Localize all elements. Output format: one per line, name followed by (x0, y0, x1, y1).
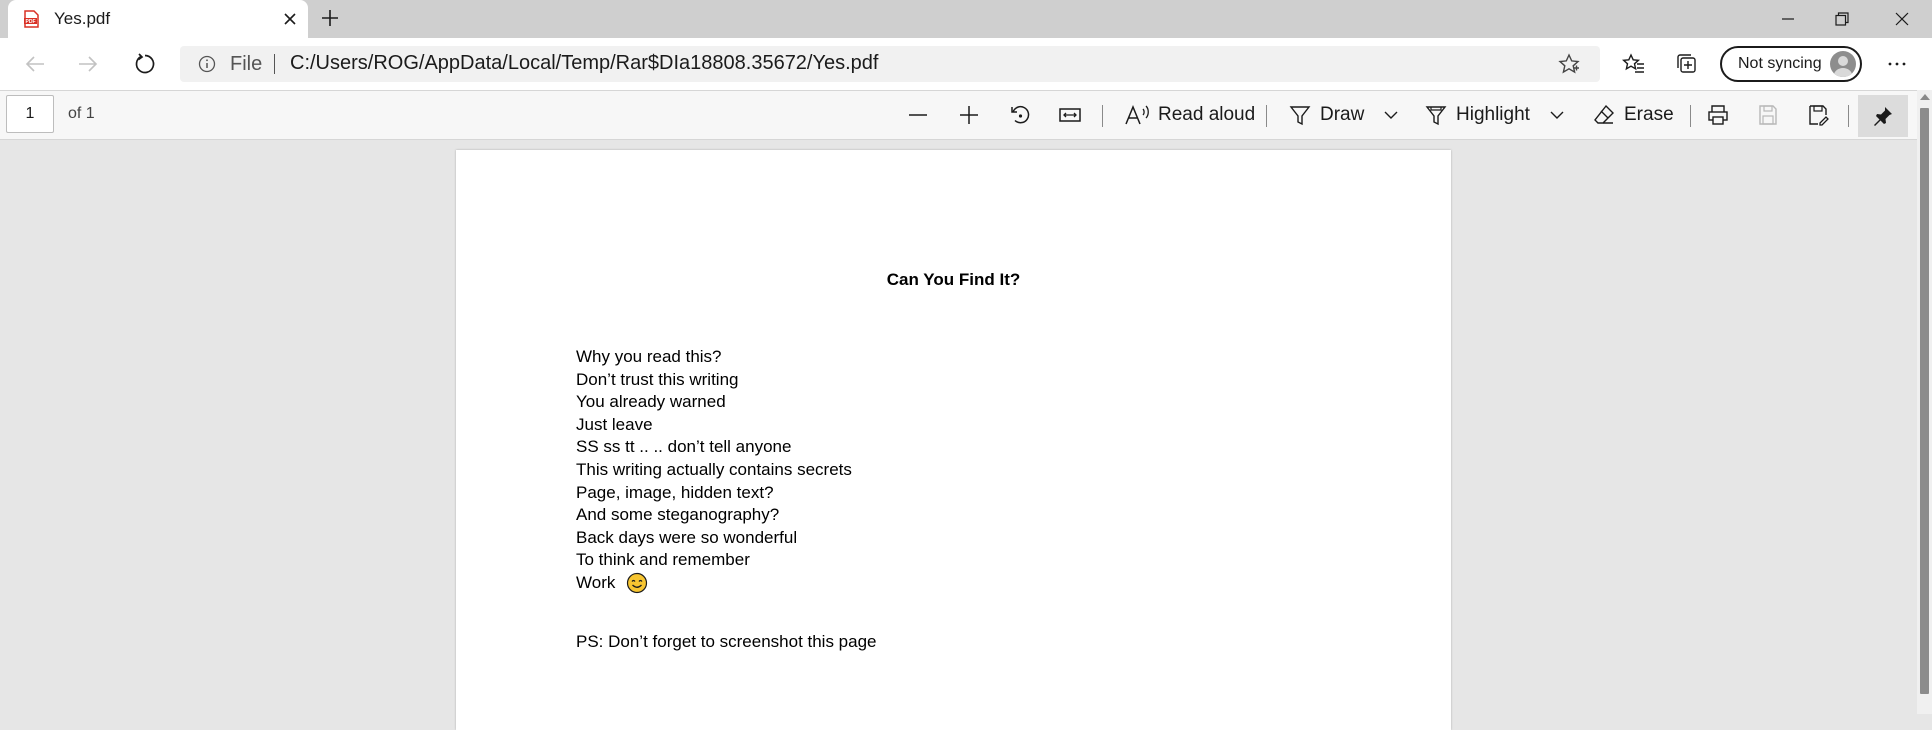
refresh-icon (135, 53, 155, 74)
collections-icon (1677, 54, 1696, 73)
zoom-in-button[interactable] (957, 99, 981, 131)
tab-strip: PDF Yes.pdf (0, 0, 1932, 38)
tab-yes-pdf[interactable]: PDF Yes.pdf (8, 0, 308, 38)
pdf-viewer[interactable]: Can You Find It? Why you read this? Don’… (0, 140, 1917, 730)
page-count: of 1 (68, 105, 95, 122)
document-line: Back days were so wonderful (576, 527, 798, 547)
toolbar-divider (1102, 105, 1103, 127)
close-window-button[interactable] (1872, 0, 1932, 38)
refresh-button[interactable] (128, 47, 162, 81)
document-body: Why you read this? Don’t trust this writ… (576, 346, 852, 595)
fit-to-page-button[interactable] (1058, 99, 1082, 131)
scheme-label: File (230, 53, 263, 75)
sync-status-label: Not syncing (1738, 55, 1822, 72)
document-title: Can You Find It? (886, 270, 1021, 289)
fit-width-icon (1059, 108, 1081, 122)
draw-icon (1289, 106, 1311, 126)
plus-icon (960, 106, 978, 124)
highlight-label: Highlight (1456, 104, 1530, 125)
print-button[interactable] (1706, 99, 1730, 131)
navigation-bar: File C:/Users/ROG/AppData/Local/Temp/Rar… (0, 38, 1932, 90)
document-line: Page, image, hidden text? (576, 482, 774, 502)
printer-icon (1708, 105, 1728, 125)
save-as-icon (1809, 105, 1829, 126)
document-line: Just leave (576, 414, 653, 434)
profile-button[interactable]: Not syncing (1720, 46, 1862, 82)
close-tab-icon[interactable] (280, 9, 300, 29)
draw-button[interactable]: Draw (1288, 99, 1364, 131)
draw-label: Draw (1320, 104, 1365, 125)
read-aloud-label: Read aloud (1158, 104, 1256, 125)
pin-icon (1874, 107, 1892, 126)
scrollbar-thumb[interactable] (1920, 108, 1929, 694)
favorites-button[interactable] (1617, 47, 1651, 81)
highlight-icon (1425, 106, 1447, 126)
rotate-button[interactable] (1008, 99, 1032, 131)
star-icon[interactable] (1558, 53, 1580, 75)
save-as-button[interactable] (1806, 99, 1830, 131)
arrow-left-icon (25, 56, 44, 72)
info-icon[interactable] (198, 55, 216, 73)
settings-more-button[interactable] (1880, 47, 1914, 81)
svg-text:PDF: PDF (26, 19, 36, 25)
new-tab-icon[interactable] (318, 6, 342, 30)
document-line: Don’t trust this writing (576, 369, 739, 389)
collections-button[interactable] (1669, 47, 1703, 81)
save-icon (1759, 105, 1777, 125)
work-text: Work (576, 572, 616, 592)
read-aloud-button[interactable]: Read aloud (1124, 99, 1255, 131)
zoom-out-button[interactable] (906, 99, 930, 131)
page-number-input[interactable]: 1 (6, 95, 54, 133)
restore-icon (1835, 12, 1849, 26)
chevron-down-icon (1384, 111, 1398, 119)
smiley-face-icon (626, 573, 648, 594)
document-line: Why you read this? (576, 347, 722, 366)
forward-button[interactable] (71, 47, 105, 81)
document-line: And some steganography? (576, 505, 780, 525)
document-line: SS ss tt .. .. don’t tell anyone (576, 437, 792, 457)
vertical-scrollbar[interactable] (1917, 90, 1932, 714)
minimize-icon (1782, 18, 1794, 20)
read-aloud-icon (1125, 105, 1149, 125)
minus-icon (909, 114, 927, 116)
erase-label: Erase (1624, 104, 1674, 125)
back-button[interactable] (18, 47, 52, 81)
address-bar[interactable]: File C:/Users/ROG/AppData/Local/Temp/Rar… (180, 46, 1600, 82)
favorites-icon (1622, 53, 1644, 73)
erase-button[interactable]: Erase (1592, 99, 1674, 131)
highlight-button[interactable]: Highlight (1424, 99, 1530, 131)
pin-toolbar-button[interactable] (1858, 95, 1908, 137)
chevron-down-icon (1550, 111, 1564, 119)
toolbar-divider (1848, 105, 1849, 127)
highlight-options-dropdown[interactable] (1548, 99, 1566, 131)
scroll-up-arrow-icon[interactable] (1920, 94, 1930, 100)
eraser-icon (1594, 104, 1614, 124)
url-text[interactable]: C:/Users/ROG/AppData/Local/Temp/Rar$DIa1… (290, 52, 878, 75)
pdf-file-icon: PDF (24, 10, 39, 28)
pdf-toolbar: 1 of 1 Read aloud Draw Highlight Erase (0, 90, 1917, 140)
document-line: To think and remember (576, 550, 750, 570)
restore-button[interactable] (1812, 0, 1872, 38)
minimize-button[interactable] (1758, 0, 1818, 38)
toolbar-divider (1266, 105, 1267, 127)
rotate-icon (1011, 105, 1030, 124)
save-button[interactable] (1756, 99, 1780, 131)
more-horizontal-icon (1888, 62, 1906, 66)
person-icon (1833, 56, 1853, 77)
close-icon (1895, 12, 1909, 26)
document-postscript: PS: Don’t forget to screenshot this page (576, 632, 877, 651)
address-divider (274, 54, 275, 74)
document-line-work: Work (576, 572, 852, 595)
document-line: You already warned (576, 392, 726, 412)
avatar (1830, 51, 1856, 77)
document-line: This writing actually contains secrets (576, 459, 852, 479)
arrow-right-icon (79, 56, 98, 72)
draw-options-dropdown[interactable] (1382, 99, 1400, 131)
tab-title: Yes.pdf (54, 9, 111, 28)
pdf-page: Can You Find It? Why you read this? Don’… (456, 150, 1451, 730)
toolbar-divider (1690, 105, 1691, 127)
